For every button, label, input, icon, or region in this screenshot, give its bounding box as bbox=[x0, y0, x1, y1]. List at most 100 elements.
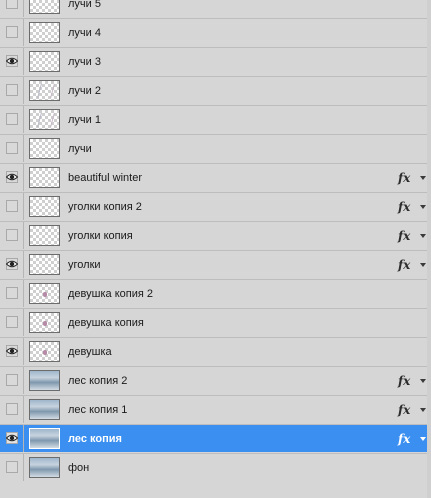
fx-icon[interactable]: fx bbox=[398, 164, 410, 192]
visibility-toggle[interactable] bbox=[0, 367, 24, 394]
visibility-box bbox=[6, 142, 18, 154]
figure-shape bbox=[43, 292, 47, 297]
layer-row[interactable]: лучи 2 bbox=[0, 76, 431, 104]
layer-name[interactable]: фон bbox=[68, 454, 89, 482]
layer-row[interactable]: лучи 1 bbox=[0, 105, 431, 133]
fx-icon[interactable]: fx bbox=[398, 251, 410, 279]
layer-row[interactable]: девушка копия 2 bbox=[0, 279, 431, 307]
visibility-toggle[interactable] bbox=[0, 338, 24, 365]
visibility-box bbox=[6, 229, 18, 241]
layer-thumbnail[interactable] bbox=[29, 341, 60, 362]
layer-thumbnail[interactable] bbox=[29, 138, 60, 159]
layer-name[interactable]: лучи 1 bbox=[68, 106, 101, 134]
visibility-toggle[interactable] bbox=[0, 0, 24, 17]
layer-thumbnail[interactable] bbox=[29, 22, 60, 43]
visibility-toggle[interactable] bbox=[0, 77, 24, 104]
visibility-toggle[interactable] bbox=[0, 193, 24, 220]
layer-thumbnail[interactable] bbox=[29, 225, 60, 246]
visibility-box bbox=[6, 461, 18, 473]
layer-name[interactable]: лучи 4 bbox=[68, 19, 101, 47]
layer-row[interactable]: лучи 5 bbox=[0, 0, 431, 17]
visibility-toggle[interactable] bbox=[0, 396, 24, 423]
visibility-box bbox=[6, 200, 18, 212]
visibility-toggle[interactable] bbox=[0, 48, 24, 75]
triangle-down-icon[interactable] bbox=[420, 234, 426, 238]
panel-edge bbox=[427, 0, 431, 498]
figure-shape bbox=[43, 350, 47, 355]
visibility-toggle[interactable] bbox=[0, 19, 24, 46]
layer-name[interactable]: уголки копия 2 bbox=[68, 193, 142, 221]
triangle-down-icon[interactable] bbox=[420, 263, 426, 267]
fx-icon[interactable]: fx bbox=[398, 367, 410, 395]
layer-name[interactable]: лес копия bbox=[68, 425, 122, 453]
visibility-box bbox=[6, 287, 18, 299]
layer-thumbnail[interactable] bbox=[29, 312, 60, 333]
fx-icon[interactable]: fx bbox=[398, 425, 410, 453]
figure-shape bbox=[43, 321, 47, 326]
eye-icon bbox=[6, 434, 18, 442]
rays-shape bbox=[37, 84, 55, 98]
fx-icon[interactable]: fx bbox=[398, 222, 410, 250]
triangle-down-icon[interactable] bbox=[420, 408, 426, 412]
layer-name[interactable]: beautiful winter bbox=[68, 164, 142, 192]
layer-name[interactable]: девушка bbox=[68, 338, 112, 366]
layer-row[interactable]: уголки копия 2 fx bbox=[0, 192, 431, 220]
layer-row[interactable]: лучи 4 bbox=[0, 18, 431, 46]
layer-name[interactable]: девушка копия 2 bbox=[68, 280, 153, 308]
visibility-toggle[interactable] bbox=[0, 425, 24, 452]
visibility-toggle[interactable] bbox=[0, 309, 24, 336]
visibility-toggle[interactable] bbox=[0, 251, 24, 278]
layer-name[interactable]: уголки копия bbox=[68, 222, 133, 250]
layer-row[interactable]: лес копия fx bbox=[0, 424, 431, 452]
layer-row[interactable]: девушка копия bbox=[0, 308, 431, 336]
visibility-toggle[interactable] bbox=[0, 106, 24, 133]
triangle-down-icon[interactable] bbox=[420, 176, 426, 180]
layer-thumbnail[interactable] bbox=[29, 167, 60, 188]
visibility-toggle[interactable] bbox=[0, 135, 24, 162]
layer-name[interactable]: лес копия 2 bbox=[68, 367, 127, 395]
layer-row[interactable]: лучи 3 bbox=[0, 47, 431, 75]
layer-row[interactable]: лес копия 2 fx bbox=[0, 366, 431, 394]
layer-thumbnail[interactable] bbox=[29, 0, 60, 14]
layer-thumbnail[interactable] bbox=[29, 399, 60, 420]
layer-thumbnail[interactable] bbox=[29, 283, 60, 304]
triangle-down-icon[interactable] bbox=[420, 379, 426, 383]
layer-thumbnail[interactable] bbox=[29, 196, 60, 217]
visibility-box bbox=[6, 26, 18, 38]
layer-row[interactable]: фон bbox=[0, 453, 431, 481]
layer-row[interactable]: beautiful winter fx bbox=[0, 163, 431, 191]
visibility-box bbox=[6, 0, 18, 9]
visibility-box bbox=[6, 113, 18, 125]
visibility-toggle[interactable] bbox=[0, 280, 24, 307]
visibility-toggle[interactable] bbox=[0, 164, 24, 191]
layer-name[interactable]: лучи bbox=[68, 135, 92, 163]
layer-name[interactable]: лучи 3 bbox=[68, 48, 101, 76]
layer-name[interactable]: уголки bbox=[68, 251, 101, 279]
layer-row[interactable]: уголки копия fx bbox=[0, 221, 431, 249]
layer-thumbnail[interactable] bbox=[29, 370, 60, 391]
visibility-toggle[interactable] bbox=[0, 454, 24, 481]
layer-name[interactable]: девушка копия bbox=[68, 309, 144, 337]
layer-thumbnail[interactable] bbox=[29, 80, 60, 101]
fx-icon[interactable]: fx bbox=[398, 396, 410, 424]
eye-icon bbox=[6, 347, 18, 355]
layer-thumbnail[interactable] bbox=[29, 109, 60, 130]
layer-row[interactable]: уголки fx bbox=[0, 250, 431, 278]
layer-thumbnail[interactable] bbox=[29, 254, 60, 275]
eye-icon bbox=[6, 173, 18, 181]
layer-thumbnail[interactable] bbox=[29, 457, 60, 478]
layer-name[interactable]: лучи 2 bbox=[68, 77, 101, 105]
layer-row[interactable]: девушка bbox=[0, 337, 431, 365]
visibility-toggle[interactable] bbox=[0, 222, 24, 249]
layer-name[interactable]: лес копия 1 bbox=[68, 396, 127, 424]
triangle-down-icon[interactable] bbox=[420, 205, 426, 209]
eye-icon bbox=[6, 57, 18, 65]
eye-icon bbox=[6, 260, 18, 268]
layer-thumbnail[interactable] bbox=[29, 428, 60, 449]
layer-row[interactable]: лес копия 1 fx bbox=[0, 395, 431, 423]
triangle-down-icon[interactable] bbox=[420, 437, 426, 441]
fx-icon[interactable]: fx bbox=[398, 193, 410, 221]
layer-name[interactable]: лучи 5 bbox=[68, 0, 101, 18]
layer-row[interactable]: лучи bbox=[0, 134, 431, 162]
layer-thumbnail[interactable] bbox=[29, 51, 60, 72]
